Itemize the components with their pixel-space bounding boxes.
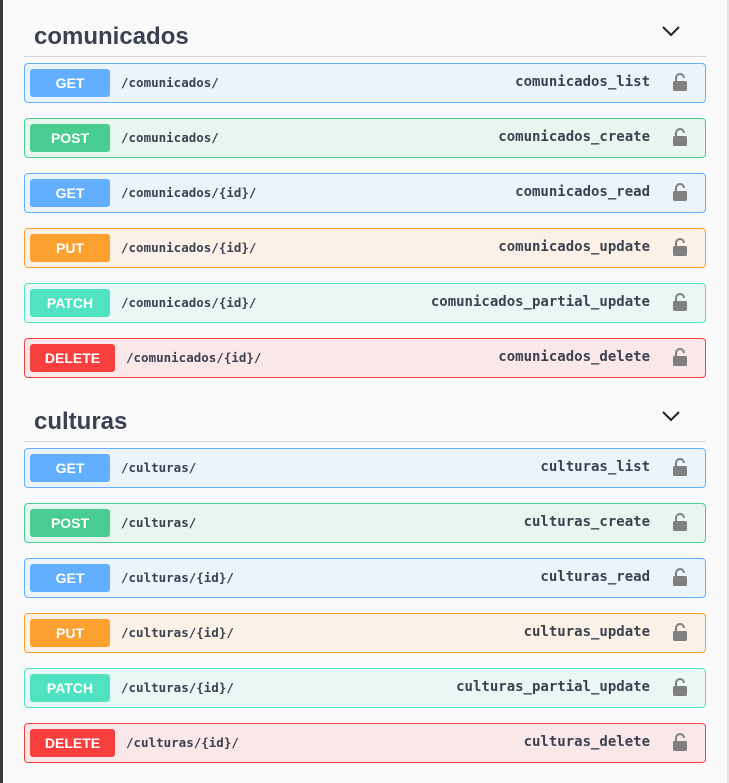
lock-icon[interactable]	[672, 238, 688, 257]
operation-path: /comunicados/{id}/	[126, 350, 262, 365]
tag-section-comunicados: comunicados GET /comunicados/ comunicado…	[24, 7, 706, 378]
lock-icon[interactable]	[672, 623, 688, 642]
method-badge: POST	[30, 509, 110, 537]
operation-path: /comunicados/{id}/	[121, 295, 257, 310]
lock-icon[interactable]	[672, 128, 688, 147]
operation-id: culturas_read	[540, 569, 650, 585]
tag-header-comunicados[interactable]: comunicados	[24, 7, 706, 57]
operation-comunicados-create[interactable]: POST /comunicados/ comunicados_create	[24, 118, 706, 158]
operation-path: /culturas/{id}/	[126, 735, 239, 750]
operation-id: comunicados_list	[515, 74, 650, 90]
method-badge: GET	[30, 69, 110, 97]
lock-icon[interactable]	[672, 183, 688, 202]
operation-id: comunicados_read	[515, 184, 650, 200]
method-badge: DELETE	[30, 344, 115, 372]
operation-path: /culturas/	[121, 460, 197, 475]
method-badge: GET	[30, 179, 110, 207]
operation-culturas-partial-update[interactable]: PATCH /culturas/{id}/ culturas_partial_u…	[24, 668, 706, 708]
lock-icon[interactable]	[672, 733, 688, 752]
operation-comunicados-partial-update[interactable]: PATCH /comunicados/{id}/ comunicados_par…	[24, 283, 706, 323]
operation-comunicados-delete[interactable]: DELETE /comunicados/{id}/ comunicados_de…	[24, 338, 706, 378]
operation-culturas-read[interactable]: GET /culturas/{id}/ culturas_read	[24, 558, 706, 598]
swagger-ui-page: comunicados GET /comunicados/ comunicado…	[0, 0, 729, 783]
operation-path: /comunicados/	[121, 75, 219, 90]
lock-icon[interactable]	[672, 348, 688, 367]
operation-comunicados-read[interactable]: GET /comunicados/{id}/ comunicados_read	[24, 173, 706, 213]
operation-id: culturas_partial_update	[456, 679, 650, 695]
tag-title: comunicados	[34, 23, 189, 50]
chevron-down-icon[interactable]	[662, 25, 680, 37]
operation-path: /comunicados/{id}/	[121, 185, 257, 200]
operation-id: culturas_delete	[523, 734, 650, 750]
method-badge: PATCH	[30, 289, 110, 317]
method-badge: PUT	[30, 234, 110, 262]
operation-id: comunicados_delete	[498, 349, 650, 365]
operation-path: /culturas/	[121, 515, 197, 530]
lock-icon[interactable]	[672, 293, 688, 312]
chevron-down-icon[interactable]	[662, 410, 680, 422]
operation-comunicados-list[interactable]: GET /comunicados/ comunicados_list	[24, 63, 706, 103]
operation-path: /culturas/{id}/	[121, 625, 234, 640]
operation-id: culturas_create	[523, 514, 650, 530]
method-badge: PATCH	[30, 674, 110, 702]
operation-id: comunicados_create	[498, 129, 650, 145]
operation-id: culturas_update	[523, 624, 650, 640]
operation-path: /culturas/{id}/	[121, 680, 234, 695]
lock-icon[interactable]	[672, 513, 688, 532]
method-badge: DELETE	[30, 729, 115, 757]
lock-icon[interactable]	[672, 73, 688, 92]
method-badge: POST	[30, 124, 110, 152]
tag-section-culturas: culturas GET /culturas/ culturas_list PO…	[24, 392, 706, 763]
operation-path: /comunicados/	[121, 130, 219, 145]
tag-title: culturas	[34, 408, 128, 435]
operation-culturas-update[interactable]: PUT /culturas/{id}/ culturas_update	[24, 613, 706, 653]
operation-culturas-create[interactable]: POST /culturas/ culturas_create	[24, 503, 706, 543]
operation-path: /culturas/{id}/	[121, 570, 234, 585]
operation-culturas-list[interactable]: GET /culturas/ culturas_list	[24, 448, 706, 488]
left-border	[0, 0, 3, 783]
lock-icon[interactable]	[672, 458, 688, 477]
tag-header-culturas[interactable]: culturas	[24, 392, 706, 442]
operation-culturas-delete[interactable]: DELETE /culturas/{id}/ culturas_delete	[24, 723, 706, 763]
method-badge: GET	[30, 454, 110, 482]
operation-id: comunicados_partial_update	[430, 294, 650, 310]
lock-icon[interactable]	[672, 678, 688, 697]
method-badge: GET	[30, 564, 110, 592]
operation-id: comunicados_update	[498, 239, 650, 255]
operation-path: /comunicados/{id}/	[121, 240, 257, 255]
lock-icon[interactable]	[672, 568, 688, 587]
operation-comunicados-update[interactable]: PUT /comunicados/{id}/ comunicados_updat…	[24, 228, 706, 268]
operation-id: culturas_list	[540, 459, 650, 475]
method-badge: PUT	[30, 619, 110, 647]
